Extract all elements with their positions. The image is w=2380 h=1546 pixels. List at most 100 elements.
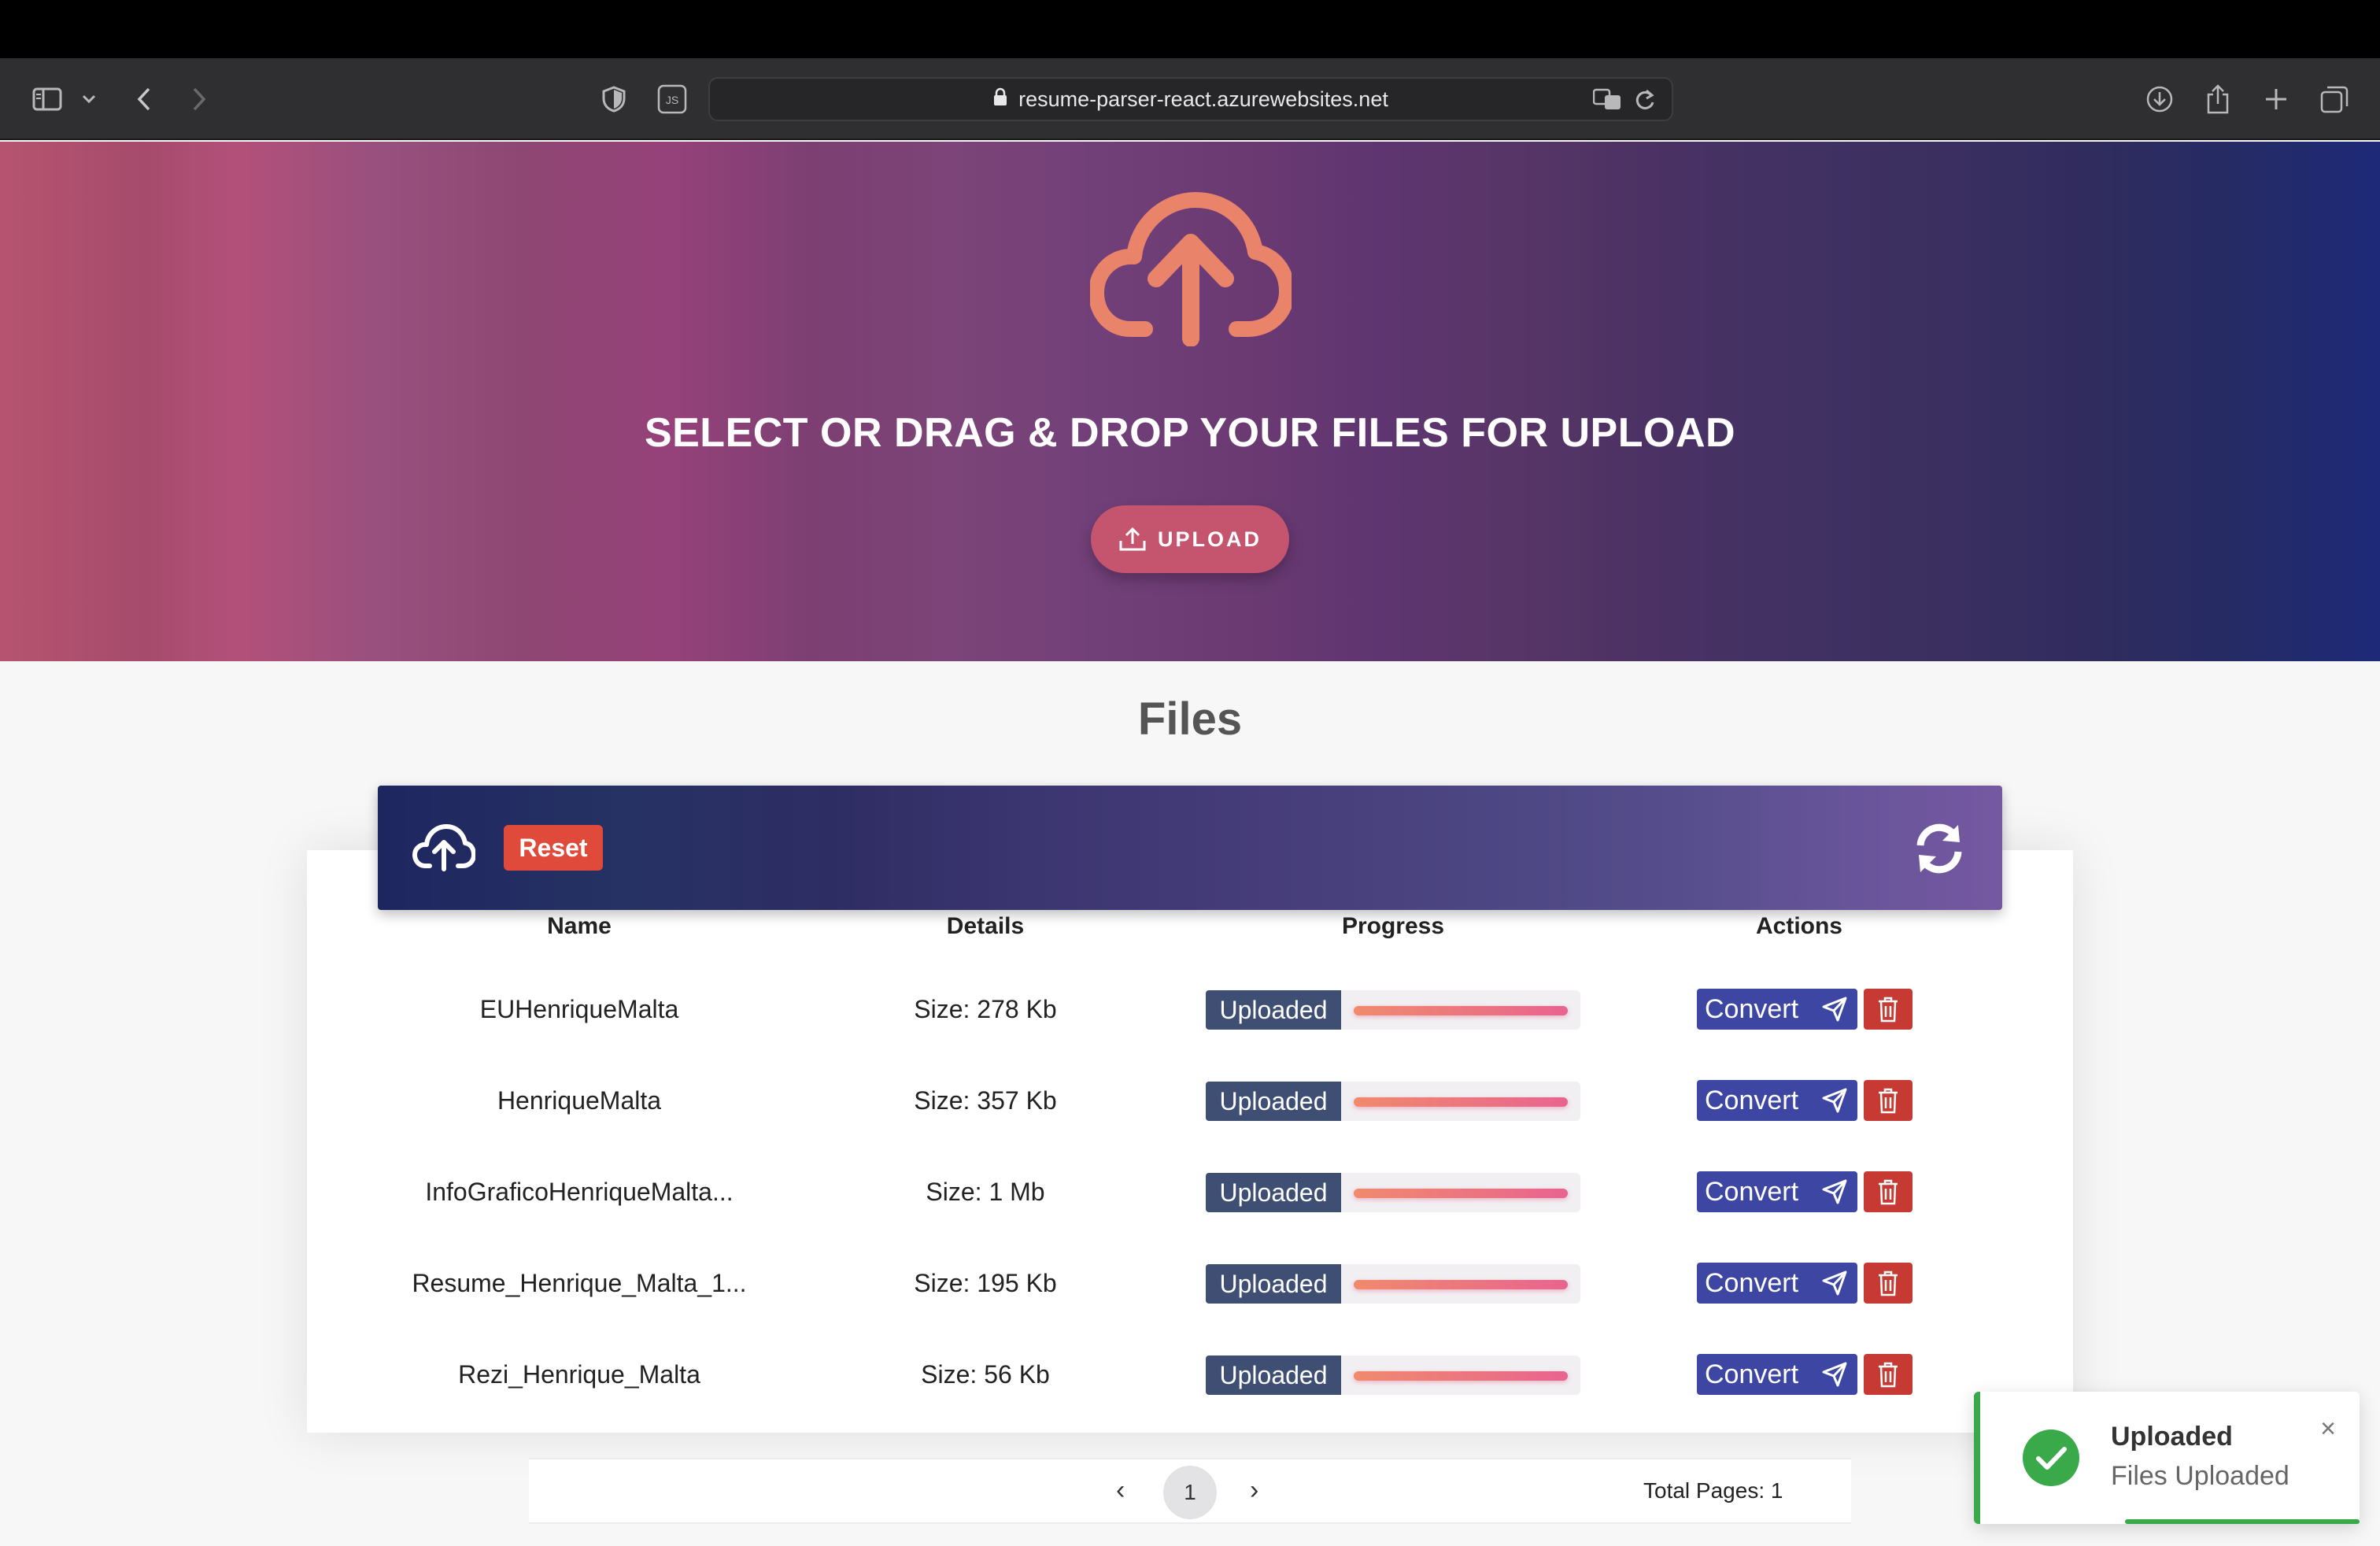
- trash-icon: [1879, 997, 1898, 1023]
- address-bar[interactable]: resume-parser-react.azurewebsites.net: [708, 77, 1673, 121]
- convert-button[interactable]: Convert: [1697, 1171, 1857, 1212]
- screen-top-bar: [0, 0, 2380, 58]
- trash-icon: [1879, 1088, 1898, 1114]
- new-tab-icon[interactable]: [2260, 79, 2292, 120]
- reload-icon[interactable]: [1634, 88, 1656, 117]
- convert-button-label: Convert: [1705, 1267, 1799, 1298]
- pagination: ‹ 1 › Total Pages: 1: [529, 1458, 1851, 1524]
- shield-icon[interactable]: [600, 79, 628, 120]
- send-icon: [1822, 997, 1847, 1022]
- column-header-progress: Progress: [1341, 913, 1445, 939]
- table-row: Resume_Henrique_Malta_1... Size: 195 Kb …: [307, 1237, 2073, 1329]
- browser-toolbar: JS resume-parser-react.azurewebsites.net: [0, 58, 2380, 140]
- total-pages-label: Total Pages: 1: [1643, 1478, 1783, 1503]
- convert-button-label: Convert: [1705, 1359, 1799, 1389]
- progress-bar: [1354, 1189, 1568, 1198]
- chevron-down-icon[interactable]: [79, 79, 99, 120]
- file-name: InfoGraficoHenriqueMalta...: [425, 1177, 734, 1206]
- progress-bar: [1354, 1280, 1568, 1289]
- forward-icon[interactable]: [187, 79, 211, 120]
- delete-button[interactable]: [1864, 1171, 1913, 1212]
- sidebar-icon[interactable]: [30, 79, 65, 120]
- progress-indicator: Uploaded: [1206, 1356, 1580, 1395]
- send-icon: [1822, 1088, 1847, 1113]
- send-icon: [1822, 1179, 1847, 1204]
- file-name: EUHenriqueMalta: [479, 994, 679, 1023]
- convert-button-label: Convert: [1705, 1176, 1799, 1207]
- lock-icon: [993, 87, 1007, 112]
- convert-button-label: Convert: [1705, 993, 1799, 1024]
- file-details: Size: 357 Kb: [914, 1086, 1057, 1115]
- send-icon: [1822, 1270, 1847, 1296]
- url-text: resume-parser-react.azurewebsites.net: [1018, 87, 1388, 111]
- table-row: EUHenriqueMalta Size: 278 Kb Uploaded Co…: [307, 963, 2073, 1055]
- progress-bar: [1354, 1097, 1568, 1107]
- upload-hero[interactable]: SELECT OR DRAG & DROP YOUR FILES FOR UPL…: [0, 142, 2380, 661]
- status-badge: Uploaded: [1206, 1082, 1341, 1121]
- download-icon[interactable]: [2144, 79, 2175, 120]
- upload-button-label: UPLOAD: [1158, 527, 1262, 551]
- delete-button[interactable]: [1864, 1080, 1913, 1121]
- tab-overview-icon[interactable]: [2319, 79, 2350, 120]
- delete-button[interactable]: [1864, 1263, 1913, 1304]
- hero-title: SELECT OR DRAG & DROP YOUR FILES FOR UPL…: [644, 410, 1736, 456]
- progress-indicator: Uploaded: [1206, 990, 1580, 1030]
- table-row: HenriqueMalta Size: 357 Kb Uploaded Conv…: [307, 1055, 2073, 1146]
- share-icon[interactable]: [2202, 79, 2234, 120]
- progress-track: [1341, 1173, 1580, 1212]
- convert-button-label: Convert: [1705, 1085, 1799, 1115]
- progress-bar: [1354, 1006, 1568, 1015]
- progress-indicator: Uploaded: [1206, 1264, 1580, 1304]
- progress-indicator: Uploaded: [1206, 1082, 1580, 1121]
- check-circle-icon: [2021, 1428, 2081, 1492]
- delete-button[interactable]: [1864, 1354, 1913, 1395]
- progress-track: [1341, 1356, 1580, 1395]
- upload-button[interactable]: UPLOAD: [1091, 505, 1289, 573]
- trash-icon: [1879, 1270, 1898, 1296]
- file-details: Size: 56 Kb: [921, 1359, 1050, 1389]
- trash-icon: [1879, 1362, 1898, 1388]
- toast-title: Uploaded: [2111, 1422, 2233, 1452]
- progress-indicator: Uploaded: [1206, 1173, 1580, 1212]
- file-name: Resume_Henrique_Malta_1...: [412, 1268, 747, 1297]
- status-badge: Uploaded: [1206, 990, 1341, 1030]
- js-extension-icon[interactable]: JS: [656, 79, 688, 120]
- trash-icon: [1879, 1179, 1898, 1205]
- close-icon[interactable]: ×: [2320, 1414, 2336, 1444]
- file-details: Size: 278 Kb: [914, 994, 1057, 1023]
- convert-button[interactable]: Convert: [1697, 1354, 1857, 1395]
- progress-bar: [1354, 1371, 1568, 1381]
- back-icon[interactable]: [132, 79, 156, 120]
- convert-button[interactable]: Convert: [1697, 1080, 1857, 1121]
- toast-message: Files Uploaded: [2111, 1461, 2289, 1491]
- page-number-button[interactable]: 1: [1163, 1466, 1217, 1519]
- files-title: Files: [1137, 693, 1243, 745]
- refresh-icon[interactable]: [1911, 820, 1968, 881]
- progress-track: [1341, 1264, 1580, 1304]
- reset-button[interactable]: Reset: [504, 825, 603, 871]
- file-details: Size: 195 Kb: [914, 1268, 1057, 1297]
- send-icon: [1822, 1362, 1847, 1387]
- svg-text:JS: JS: [666, 94, 678, 106]
- toast-timer-bar: [2125, 1519, 2360, 1524]
- next-page-button[interactable]: ›: [1250, 1475, 1258, 1506]
- cloud-upload-icon[interactable]: [1088, 189, 1295, 347]
- translate-icon[interactable]: [1592, 88, 1621, 116]
- convert-button[interactable]: Convert: [1697, 1263, 1857, 1304]
- convert-button[interactable]: Convert: [1697, 989, 1857, 1030]
- upload-icon: [1119, 527, 1146, 551]
- file-name: HenriqueMalta: [497, 1086, 662, 1115]
- previous-page-button[interactable]: ‹: [1116, 1475, 1125, 1506]
- cloud-upload-icon[interactable]: [412, 823, 476, 876]
- status-badge: Uploaded: [1206, 1264, 1341, 1304]
- file-name: Rezi_Henrique_Malta: [458, 1359, 700, 1389]
- files-table-header-bar: Reset: [378, 786, 2002, 910]
- delete-button[interactable]: [1864, 989, 1913, 1030]
- progress-track: [1341, 1082, 1580, 1121]
- table-row: InfoGraficoHenriqueMalta... Size: 1 Mb U…: [307, 1146, 2073, 1237]
- column-header-actions: Actions: [1755, 913, 1842, 939]
- column-header-details: Details: [946, 913, 1025, 939]
- table-row: Rezi_Henrique_Malta Size: 56 Kb Uploaded…: [307, 1329, 2073, 1420]
- file-details: Size: 1 Mb: [926, 1177, 1045, 1206]
- status-badge: Uploaded: [1206, 1356, 1341, 1395]
